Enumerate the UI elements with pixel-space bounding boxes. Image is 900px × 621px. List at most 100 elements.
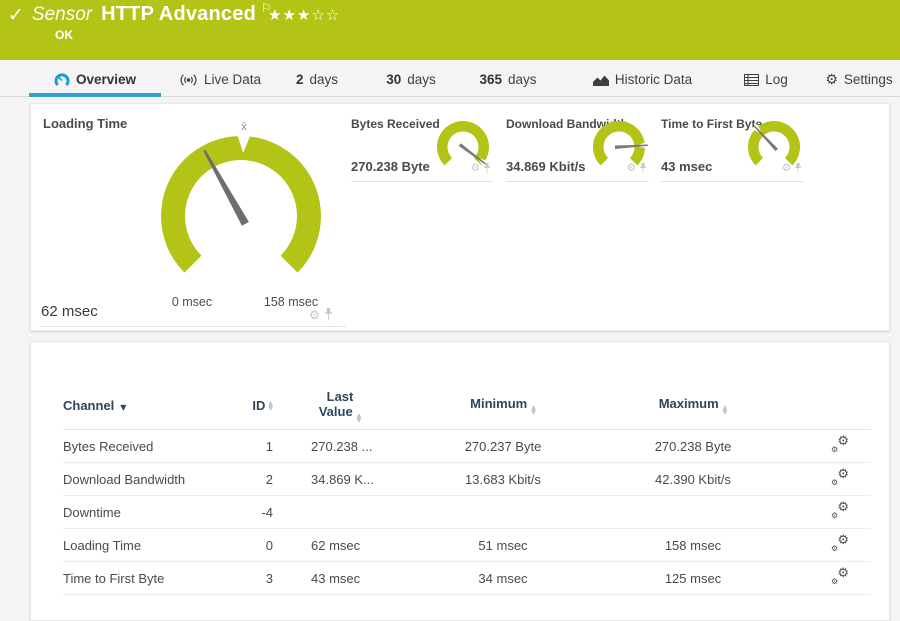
gauge-settings-gear-icon[interactable]: ⚙ bbox=[782, 163, 791, 174]
minimum-value: 34 msec bbox=[478, 570, 528, 586]
tab-overview[interactable]: Overview bbox=[29, 62, 161, 97]
priority-stars[interactable]: ★★★☆☆ bbox=[268, 6, 340, 24]
area-chart-icon bbox=[592, 75, 609, 86]
channel-name: Downtime bbox=[63, 504, 121, 520]
channel-name: Time to First Byte bbox=[63, 570, 165, 586]
pin-icon[interactable] bbox=[794, 163, 802, 174]
sensor-header: ✓ Sensor HTTP Advanced ⚐ ★★★☆☆ OK bbox=[0, 0, 900, 60]
channel-id: 1 bbox=[265, 438, 273, 454]
channel-id: 0 bbox=[265, 537, 273, 553]
tab-label: Live Data bbox=[203, 72, 262, 87]
channel-id: -4 bbox=[261, 504, 273, 520]
tab-settings[interactable]: ⚙ Settings bbox=[822, 62, 896, 97]
sensor-status-badge: OK bbox=[55, 28, 73, 42]
sort-icon: ▲ ▼ bbox=[531, 404, 536, 416]
stars-empty: ☆☆ bbox=[311, 6, 341, 24]
maximum-value: 270.238 Byte bbox=[654, 438, 732, 454]
col-header-maximum[interactable]: Maximum ▲ ▼ bbox=[573, 396, 813, 416]
gauge-settings-gear-icon[interactable]: ⚙ bbox=[627, 163, 636, 174]
tab-label: Settings bbox=[843, 72, 893, 87]
gauge-icon bbox=[54, 72, 70, 86]
maximum-value: 158 msec bbox=[664, 537, 722, 553]
minimum-value: 13.683 Kbit/s bbox=[465, 471, 541, 487]
table-row: Download Bandwidth 2 34.869 K... 13.683 … bbox=[63, 463, 871, 496]
live-data-icon bbox=[180, 73, 197, 86]
tab-bar: Overview Live Data 2 days 30 days 365 da… bbox=[0, 62, 900, 97]
channel-settings-icon[interactable]: ⚙ ⚙ bbox=[831, 468, 849, 487]
active-tab-indicator bbox=[29, 93, 161, 97]
gauges-panel: Loading Time x̄ 0 msec 158 msec 62 msec … bbox=[30, 103, 890, 331]
mini-gauge-value: 34.869 Kbit/s bbox=[506, 159, 586, 174]
minimum-value: 51 msec bbox=[478, 537, 528, 553]
table-header-row: Channel ▼ ID ▲ ▼ Last Value ▲ ▼ Minimum ▲ ▼ Maxi… bbox=[63, 382, 871, 430]
gauge-settings-gear-icon[interactable]: ⚙ bbox=[471, 163, 480, 174]
col-header-minimum[interactable]: Minimum ▲ ▼ bbox=[433, 396, 573, 416]
tab-label: Historic Data bbox=[614, 72, 693, 87]
tab-historic-data[interactable]: Historic Data bbox=[590, 62, 695, 97]
tab-label: Log bbox=[765, 72, 788, 87]
last-value: 62 msec bbox=[311, 537, 361, 553]
channel-settings-icon[interactable]: ⚙ ⚙ bbox=[831, 501, 849, 520]
loading-time-gauge: x̄ bbox=[161, 121, 321, 273]
mini-gauge-value: 270.238 Byte bbox=[351, 159, 430, 174]
main-gauge-value: 62 msec bbox=[41, 303, 98, 320]
tab-number: 30 bbox=[386, 72, 402, 87]
gauge-settings-gear-icon[interactable]: ⚙ bbox=[309, 309, 320, 321]
channel-settings-icon[interactable]: ⚙ ⚙ bbox=[831, 567, 849, 586]
minimum-value: 270.237 Byte bbox=[464, 438, 542, 454]
tab-number: 365 bbox=[479, 72, 502, 87]
channel-name: Loading Time bbox=[63, 537, 142, 553]
tab-label: days bbox=[508, 72, 537, 87]
channel-settings-icon[interactable]: ⚙ ⚙ bbox=[831, 435, 849, 454]
last-value: 34.869 K... bbox=[311, 471, 374, 487]
channels-panel: Channel ▼ ID ▲ ▼ Last Value ▲ ▼ Minimum ▲ ▼ Maxi… bbox=[30, 341, 890, 621]
table-row: Bytes Received 1 270.238 ... 270.237 Byt… bbox=[63, 430, 871, 463]
tab-365-days[interactable]: 365 days bbox=[473, 62, 543, 97]
table-row: Loading Time 0 62 msec 51 msec 158 msec … bbox=[63, 529, 871, 562]
channel-id: 3 bbox=[265, 570, 273, 586]
channel-name: Download Bandwidth bbox=[63, 471, 186, 487]
col-header-channel[interactable]: Channel ▼ bbox=[63, 398, 243, 413]
mini-gauge-title: Bytes Received bbox=[351, 117, 440, 131]
tab-label: days bbox=[407, 72, 436, 87]
channel-name: Bytes Received bbox=[63, 438, 154, 454]
sort-desc-icon: ▼ bbox=[120, 403, 127, 412]
pin-icon[interactable] bbox=[324, 308, 333, 321]
channels-table: Channel ▼ ID ▲ ▼ Last Value ▲ ▼ Minimum ▲ ▼ Maxi… bbox=[63, 382, 871, 595]
sensor-type-label: Sensor bbox=[31, 4, 93, 25]
last-value: 43 msec bbox=[311, 570, 361, 586]
tab-30-days[interactable]: 30 days bbox=[380, 62, 442, 97]
sensor-title: HTTP Advanced bbox=[101, 3, 256, 25]
tab-live-data[interactable]: Live Data bbox=[170, 62, 270, 97]
mini-gauge-value: 43 msec bbox=[661, 159, 713, 174]
mini-gauge-download-bandwidth: Download Bandwidth 34.869 Kbit/s ⚙ bbox=[506, 113, 649, 182]
col-header-last-value[interactable]: Last Value ▲ ▼ bbox=[273, 389, 433, 423]
tab-2-days[interactable]: 2 days bbox=[287, 62, 347, 97]
tab-label: days bbox=[309, 72, 339, 87]
pin-icon[interactable] bbox=[639, 163, 647, 174]
average-marker-label: x̄ bbox=[241, 121, 247, 133]
maximum-value: 42.390 Kbit/s bbox=[655, 471, 731, 487]
status-check-icon: ✓ bbox=[8, 5, 24, 26]
stars-filled: ★★★ bbox=[268, 6, 312, 24]
tab-label: Overview bbox=[75, 72, 137, 87]
last-value: 270.238 ... bbox=[311, 438, 373, 454]
tab-log[interactable]: Log bbox=[740, 62, 792, 97]
log-icon bbox=[744, 73, 760, 86]
channel-id: 2 bbox=[265, 471, 273, 487]
gear-icon: ⚙ bbox=[825, 71, 838, 88]
channel-settings-icon[interactable]: ⚙ ⚙ bbox=[831, 534, 849, 553]
pin-icon[interactable] bbox=[483, 163, 491, 174]
tab-number: 2 bbox=[295, 72, 304, 87]
col-header-id[interactable]: ID ▲ ▼ bbox=[252, 398, 273, 413]
divider bbox=[39, 326, 346, 327]
main-gauge-title: Loading Time bbox=[43, 116, 128, 131]
maximum-value: 125 msec bbox=[664, 570, 722, 586]
table-row: Downtime -4 ⚙ ⚙ bbox=[63, 496, 871, 529]
mini-gauge-bytes-received: Bytes Received 270.238 Byte ⚙ bbox=[351, 113, 493, 182]
gauge-scale-max: 158 msec bbox=[263, 295, 319, 309]
table-row: Time to First Byte 3 43 msec 34 msec 125… bbox=[63, 562, 871, 595]
sort-icon: ▲ ▼ bbox=[356, 411, 362, 423]
gauge-scale-min: 0 msec bbox=[171, 295, 213, 309]
mini-gauge-time-to-first-byte: Time to First Byte 43 msec ⚙ bbox=[661, 113, 804, 182]
